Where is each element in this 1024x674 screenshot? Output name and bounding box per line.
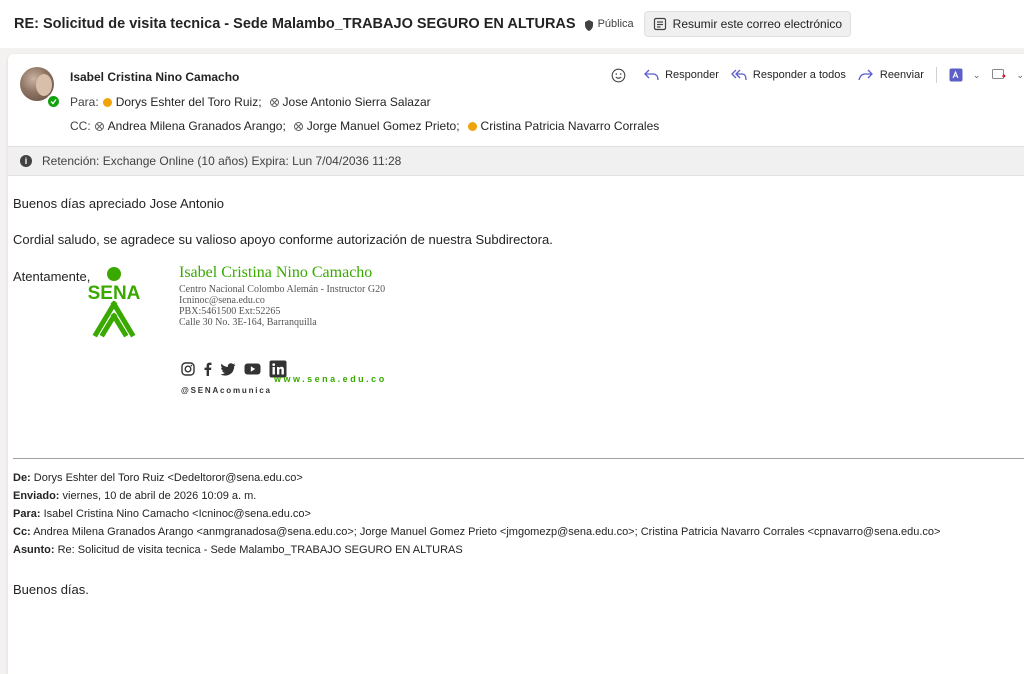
greeting: Buenos días apreciado Jose Antonio	[13, 196, 225, 211]
apps-icon	[992, 69, 1007, 79]
quoted-subject: Asunto: Re: Solicitud de visita tecnica …	[13, 544, 463, 556]
quoted-divider	[13, 458, 1024, 459]
cc-line: CC: Andrea Milena Granados Arango; Jorge…	[70, 119, 663, 133]
recipient[interactable]: Dorys Eshter del Toro Ruiz;	[102, 95, 262, 109]
recipient[interactable]: Jorge Manuel Gomez Prieto;	[293, 119, 460, 133]
signature-name: Isabel Cristina Nino Camacho	[179, 264, 373, 281]
reply-icon	[644, 69, 659, 81]
sena-logo: SENA	[74, 266, 154, 345]
youtube-icon[interactable]	[244, 363, 261, 375]
summarize-button[interactable]: Resumir este correo electrónico	[643, 11, 852, 37]
quoted-to: Para: Isabel Cristina Nino Camacho <Icni…	[13, 508, 311, 520]
instagram-icon[interactable]	[181, 362, 195, 376]
presence-offline-icon	[94, 121, 104, 131]
recipient[interactable]: Andrea Milena Granados Arango;	[94, 119, 286, 133]
reply-all-button[interactable]: Responder a todos	[731, 69, 846, 81]
summarize-icon	[653, 17, 666, 31]
sender-name[interactable]: Isabel Cristina Nino Camacho	[70, 70, 239, 84]
message-header: Isabel Cristina Nino Camacho Para: Dorys…	[8, 54, 1024, 144]
quoted-cc: Cc: Andrea Milena Granados Arango <anmgr…	[13, 526, 941, 538]
to-label: Para:	[70, 95, 99, 109]
quoted-sent: Enviado: viernes, 10 de abril de 2026 10…	[13, 490, 257, 502]
subject-row: RE: Solicitud de visita tecnica - Sede M…	[14, 10, 852, 38]
info-icon: i	[20, 155, 32, 167]
presence-available-icon	[46, 94, 61, 109]
signature-phone: PBX:5461500 Ext:52265	[179, 306, 281, 317]
chevron-down-icon: ⌄	[1016, 69, 1024, 80]
emoji-reaction-button[interactable]	[611, 68, 632, 83]
smiley-icon	[611, 68, 626, 82]
acrobat-addin-button[interactable]: ⌄	[949, 68, 981, 82]
summarize-label: Resumir este correo electrónico	[672, 17, 843, 31]
logo-text: SENA	[88, 283, 141, 304]
quoted-greeting: Buenos días.	[13, 582, 89, 597]
signature-website[interactable]: www.sena.edu.co	[274, 374, 387, 384]
shield-icon	[584, 19, 594, 31]
forward-icon	[858, 69, 873, 81]
signature: SENA Isabel Cristina Nino Camacho Centro…	[74, 264, 494, 404]
presence-away-icon	[102, 97, 112, 107]
toolbar-divider	[935, 67, 937, 83]
facebook-icon[interactable]	[203, 362, 212, 376]
cc-label: CC:	[70, 119, 91, 133]
retention-text: Retención: Exchange Online (10 años) Exp…	[42, 154, 402, 168]
to-line: Para: Dorys Eshter del Toro Ruiz; Jose A…	[70, 95, 435, 109]
signature-role: Centro Nacional Colombo Alemán - Instruc…	[179, 284, 386, 295]
presence-away-icon	[467, 121, 477, 131]
pdf-addin-icon	[949, 68, 963, 82]
chevron-down-icon: ⌄	[972, 69, 981, 80]
recipient[interactable]: Jose Antonio Sierra Salazar	[269, 95, 431, 109]
message-text: Cordial saludo, se agradece su valioso a…	[13, 232, 553, 247]
more-actions-button[interactable]: ⌄	[992, 69, 1024, 81]
retention-banner: i Retención: Exchange Online (10 años) E…	[8, 146, 1024, 176]
signature-handle: @SENAcomunica	[181, 386, 272, 395]
subject-bar: RE: Solicitud de visita tecnica - Sede M…	[0, 0, 1024, 48]
signature-email[interactable]: Icninoc@sena.edu.co	[179, 295, 265, 306]
reply-button[interactable]: Responder	[644, 69, 719, 81]
forward-button[interactable]: Reenviar	[858, 69, 924, 81]
recipient[interactable]: Cristina Patricia Navarro Corrales	[467, 119, 659, 133]
reply-all-icon	[731, 69, 747, 81]
presence-offline-icon	[293, 121, 303, 131]
message-actions: Responder Responder a todos Reenviar ⌄ ⌄	[599, 67, 1024, 83]
email-subject: RE: Solicitud de visita tecnica - Sede M…	[14, 16, 576, 32]
twitter-icon[interactable]	[220, 362, 236, 376]
presence-offline-icon	[269, 97, 279, 107]
signature-address: Calle 30 No. 3E-164, Barranquilla	[179, 317, 317, 328]
sensitivity-label[interactable]: Pública	[598, 18, 634, 30]
quoted-from: De: Dorys Eshter del Toro Ruiz <Dedeltor…	[13, 472, 303, 484]
